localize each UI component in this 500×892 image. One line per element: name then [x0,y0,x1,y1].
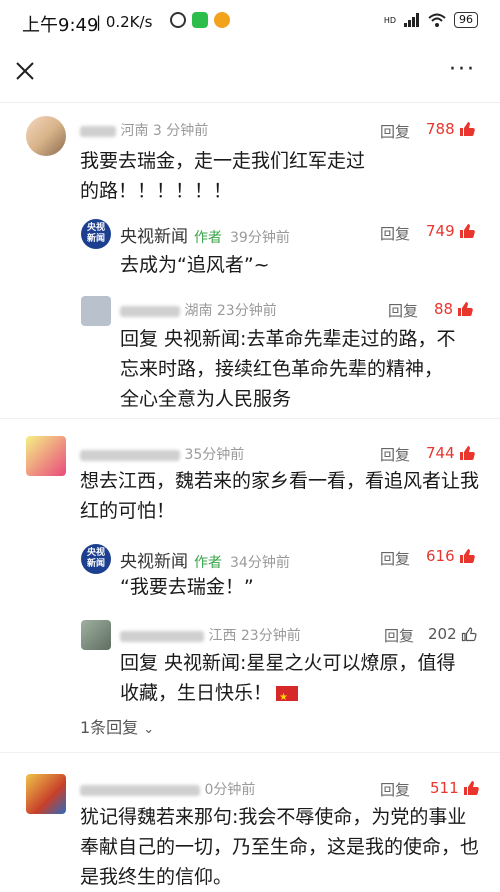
reply-to-label: 回复 央视新闻: [120,328,247,350]
reply-button[interactable]: 回复 [380,444,410,465]
reply-author-name[interactable]: 央视新闻 [120,552,188,572]
user-avatar[interactable] [26,774,66,814]
comment-divider [0,418,500,419]
comment-meta: 0分钟前 [80,779,255,799]
reply-button[interactable]: 回复 [388,300,418,321]
reply-text: “我要去瑞金！” [120,576,254,598]
like-count: 616 [426,547,455,565]
weibo-icon [214,12,230,28]
comment-text: 犹记得魏若来那句:我会不辱使命，为党的事业奉献自己的一切，乃至生命，这是我的使命… [80,806,480,888]
like-count: 749 [426,222,455,240]
reply-meta: 湖南 23分钟前 [120,300,277,320]
reply-button[interactable]: 回复 [380,223,410,244]
thumb-up-icon [463,781,479,795]
like-button[interactable]: 749 [426,222,475,240]
hd-label: HD [383,15,396,25]
more-replies-label: 1条回复 [80,718,139,737]
reply-button[interactable]: 回复 [384,625,414,646]
like-count: 202 [428,625,457,643]
comment-text: 想去江西，魏若来的家乡看一看，看追风者让我红的可怕！ [80,470,480,522]
comment-divider [0,752,500,753]
comment-time: 河南 3 分钟前 [120,123,209,139]
comment-text: 我要去瑞金，走一走我们红军走过的路！！！！！！ [80,150,366,202]
reply-time: 江西 23分钟前 [208,628,301,644]
blurred-username [80,449,180,461]
more-icon[interactable]: ··· [449,59,476,81]
status-right: HD 96 [384,12,478,28]
like-count: 88 [434,300,454,318]
like-count: 744 [426,444,455,462]
user-avatar[interactable] [81,620,111,650]
reply-author-name[interactable]: 央视新闻 [120,227,188,247]
reply-button[interactable]: 回复 [380,121,410,142]
battery-indicator: 96 [454,12,478,28]
reply-header: 央视新闻 作者 34分钟前 [120,547,290,572]
reply-time: 39分钟前 [230,230,290,246]
comment-meta: 35分钟前 [80,444,244,464]
author-badge: 作者 [194,230,222,246]
top-divider [0,102,500,103]
comment-time: 35分钟前 [184,447,245,463]
status-net-speed: | 0.2K/s [96,13,153,31]
user-avatar[interactable] [26,436,66,476]
user-avatar[interactable] [26,116,66,156]
reply-button[interactable]: 回复 [380,779,410,800]
signal-icon [404,13,419,27]
more-replies-link[interactable]: 1条回复 ⌄ [80,714,154,738]
thumb-up-icon [459,224,475,238]
user-avatar[interactable] [81,296,111,326]
alarm-icon [170,12,186,28]
reply-header: 央视新闻 作者 39分钟前 [120,222,290,247]
reply-to-label: 回复 央视新闻: [120,652,247,674]
thumb-up-icon [458,302,473,316]
thumb-up-icon [459,549,475,563]
blurred-username [120,305,180,317]
reply-text: 去成为“追风者”~ [120,254,270,276]
comment-meta: 河南 3 分钟前 [80,120,208,140]
reply-meta: 江西 23分钟前 [120,625,301,645]
like-button[interactable]: 788 [426,120,475,138]
status-time: 上午9:49 [22,15,99,36]
reply-button[interactable]: 回复 [380,548,410,569]
like-count: 511 [430,779,459,797]
author-badge: 作者 [194,555,222,571]
china-flag-icon [276,683,299,713]
wifi-icon [428,13,446,27]
status-bar: 上午9:49 | 0.2K/s HD 96 [0,0,500,44]
status-app-icons [170,12,230,28]
like-button[interactable]: 88 [434,300,473,318]
thumb-up-icon [459,122,475,136]
thumb-up-icon [459,446,475,460]
reply-text: 回复 央视新闻:去革命先辈走过的路，不忘来时路，接续红色革命先辈的精神，全心全意… [120,324,460,414]
thumb-up-outline-icon [461,627,477,642]
comment-time: 0分钟前 [204,782,256,798]
like-count: 788 [426,120,455,138]
like-button[interactable]: 616 [426,547,475,565]
close-icon[interactable] [14,60,36,82]
chevron-down-icon: ⌄ [143,722,155,737]
reply-time: 34分钟前 [230,555,290,571]
reply-time: 湖南 23分钟前 [184,303,277,319]
blurred-username [80,784,200,796]
reply-text: 回复 央视新闻:星星之火可以燎原，值得收藏，生日快乐！ [120,648,470,713]
cctv-avatar[interactable]: 央视 新闻 [81,544,111,574]
like-button[interactable]: 511 [430,779,479,797]
blurred-username [80,125,116,137]
like-button[interactable]: 744 [426,444,475,462]
like-button[interactable]: 202 [428,625,477,643]
wechat-icon [192,12,208,28]
cctv-avatar[interactable]: 央视 新闻 [81,219,111,249]
blurred-username [120,630,204,642]
